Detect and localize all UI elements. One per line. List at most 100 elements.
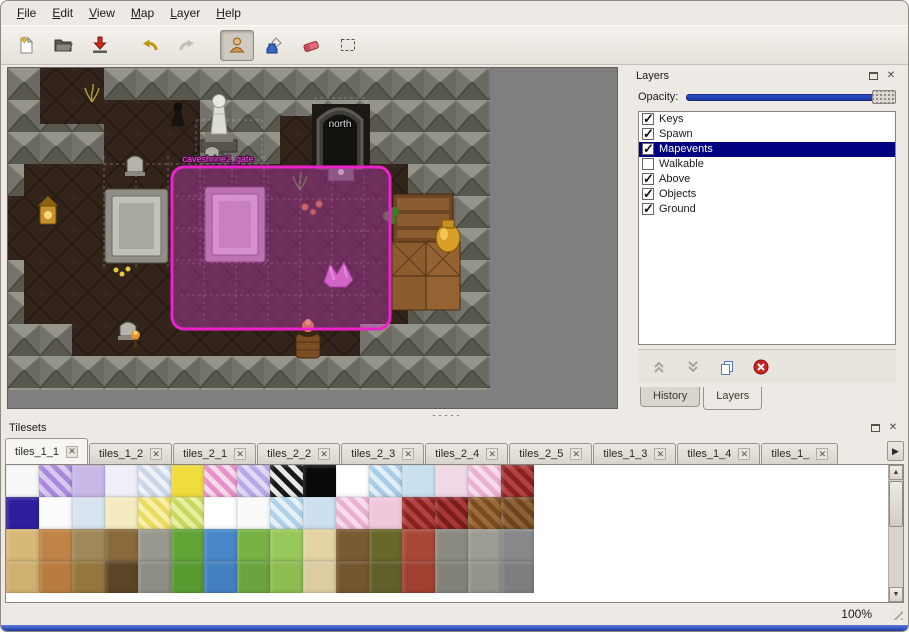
tileset-tile[interactable] [402,497,435,529]
tab-close-icon[interactable]: ✕ [402,448,414,460]
selection-rectangle[interactable] [172,167,390,329]
close-panel-button[interactable]: ✕ [884,69,898,83]
tileset-tile[interactable] [468,561,501,593]
tileset-tab[interactable]: tiles_2_4 ✕ [425,443,508,464]
tileset-tab[interactable]: tiles_1_1 ✕ [5,438,88,464]
menu-edit[interactable]: Edit [44,3,81,23]
tileset-tile[interactable] [39,465,72,497]
tileset-tile[interactable] [303,497,336,529]
tileset-tile[interactable] [105,497,138,529]
tileset-tile[interactable] [39,561,72,593]
tab-close-icon[interactable]: ✕ [738,448,750,460]
tileset-tab[interactable]: tiles_2_3 ✕ [341,443,424,464]
tileset-tile[interactable] [204,465,237,497]
tileset-tile[interactable] [204,529,237,561]
tileset-tile[interactable] [402,529,435,561]
select-tool-button[interactable] [331,30,365,61]
layer-visibility-checkbox[interactable] [642,143,654,155]
delete-layer-button[interactable] [750,356,772,378]
layer-visibility-checkbox[interactable] [642,188,654,200]
tileset-tile[interactable] [435,529,468,561]
tileset-tile[interactable] [39,497,72,529]
tileset-tile[interactable] [501,497,534,529]
tileset-tile[interactable] [105,529,138,561]
layer-visibility-checkbox[interactable] [642,158,654,170]
float-panel-button[interactable] [868,421,882,435]
menu-file[interactable]: File [9,3,44,23]
tileset-tab[interactable]: tiles_1_2 ✕ [89,443,172,464]
map-tilesets-splitter[interactable] [1,411,908,419]
tileset-tile[interactable] [6,465,39,497]
event-tool-button[interactable] [220,30,254,61]
tab-close-icon[interactable]: ✕ [816,448,828,460]
tileset-tile[interactable] [336,465,369,497]
tab-close-icon[interactable]: ✕ [654,448,666,460]
float-panel-button[interactable] [866,69,880,83]
tileset-tile[interactable] [402,561,435,593]
paint-tool-button[interactable] [257,30,291,61]
tileset-tile[interactable] [468,465,501,497]
tileset-tile[interactable] [435,561,468,593]
menu-help[interactable]: Help [208,3,249,23]
tileset-tile[interactable] [369,465,402,497]
layer-visibility-checkbox[interactable] [642,113,654,125]
tileset-tile[interactable] [270,465,303,497]
tab-close-icon[interactable]: ✕ [150,448,162,460]
tileset-tile[interactable] [303,529,336,561]
tileset-tile[interactable] [72,497,105,529]
scroll-down-button[interactable]: ▼ [889,587,903,602]
layer-visibility-checkbox[interactable] [642,128,654,140]
tileset-tab[interactable]: tiles_1_ ✕ [761,443,838,464]
tileset-tile[interactable] [72,529,105,561]
open-button[interactable] [46,30,80,61]
layer-row-mapevents[interactable]: Mapevents [639,142,895,157]
tileset-tile[interactable] [501,561,534,593]
tileset-tile[interactable] [204,561,237,593]
tileset-tab[interactable]: tiles_2_5 ✕ [509,443,592,464]
tileset-tile[interactable] [171,497,204,529]
tileset-tile[interactable] [6,497,39,529]
map-canvas[interactable]: north caveshrine2_gate [8,68,490,390]
map-layers-splitter[interactable] [623,67,627,411]
tileset-tile[interactable] [468,529,501,561]
layer-visibility-checkbox[interactable] [642,173,654,185]
lower-layer-button[interactable] [682,356,704,378]
menu-layer[interactable]: Layer [162,3,208,23]
tileset-tile[interactable] [39,529,72,561]
layer-row-objects[interactable]: Objects [639,187,895,202]
scroll-up-button[interactable]: ▲ [889,465,903,480]
tileset-tile[interactable] [336,561,369,593]
tileset-tile[interactable] [270,561,303,593]
menu-view[interactable]: View [81,3,123,23]
tileset-tile[interactable] [303,561,336,593]
save-button[interactable] [83,30,117,61]
scrollbar-thumb[interactable] [889,481,903,527]
tileset-tile[interactable] [468,497,501,529]
tileset-tile[interactable] [435,465,468,497]
tileset-tile[interactable] [204,497,237,529]
eraser-tool-button[interactable] [294,30,328,61]
tileset-tile[interactable] [369,529,402,561]
tileset-tile[interactable] [138,465,171,497]
layer-visibility-checkbox[interactable] [642,203,654,215]
tileset-tile[interactable] [105,561,138,593]
tileset-tile[interactable] [138,529,171,561]
tileset-tile[interactable] [171,529,204,561]
raise-layer-button[interactable] [648,356,670,378]
tileset-tile[interactable] [72,465,105,497]
tileset-tile[interactable] [369,497,402,529]
map-canvas-area[interactable]: north caveshrine2_gate [7,67,618,409]
tileset-tile[interactable] [6,561,39,593]
duplicate-layer-button[interactable] [716,356,738,378]
tileset-tile[interactable] [237,529,270,561]
tileset-tile[interactable] [171,465,204,497]
tileset-tile[interactable] [501,465,534,497]
resize-grip[interactable] [889,606,903,620]
layer-row-above[interactable]: Above [639,172,895,187]
layer-row-spawn[interactable]: Spawn [639,127,895,142]
tileset-tile[interactable] [270,497,303,529]
layer-row-walkable[interactable]: Walkable [639,157,895,172]
tabs-scroll-right-button[interactable]: ▶ [887,441,904,461]
tileset-tile[interactable] [6,529,39,561]
tileset-tile[interactable] [237,561,270,593]
